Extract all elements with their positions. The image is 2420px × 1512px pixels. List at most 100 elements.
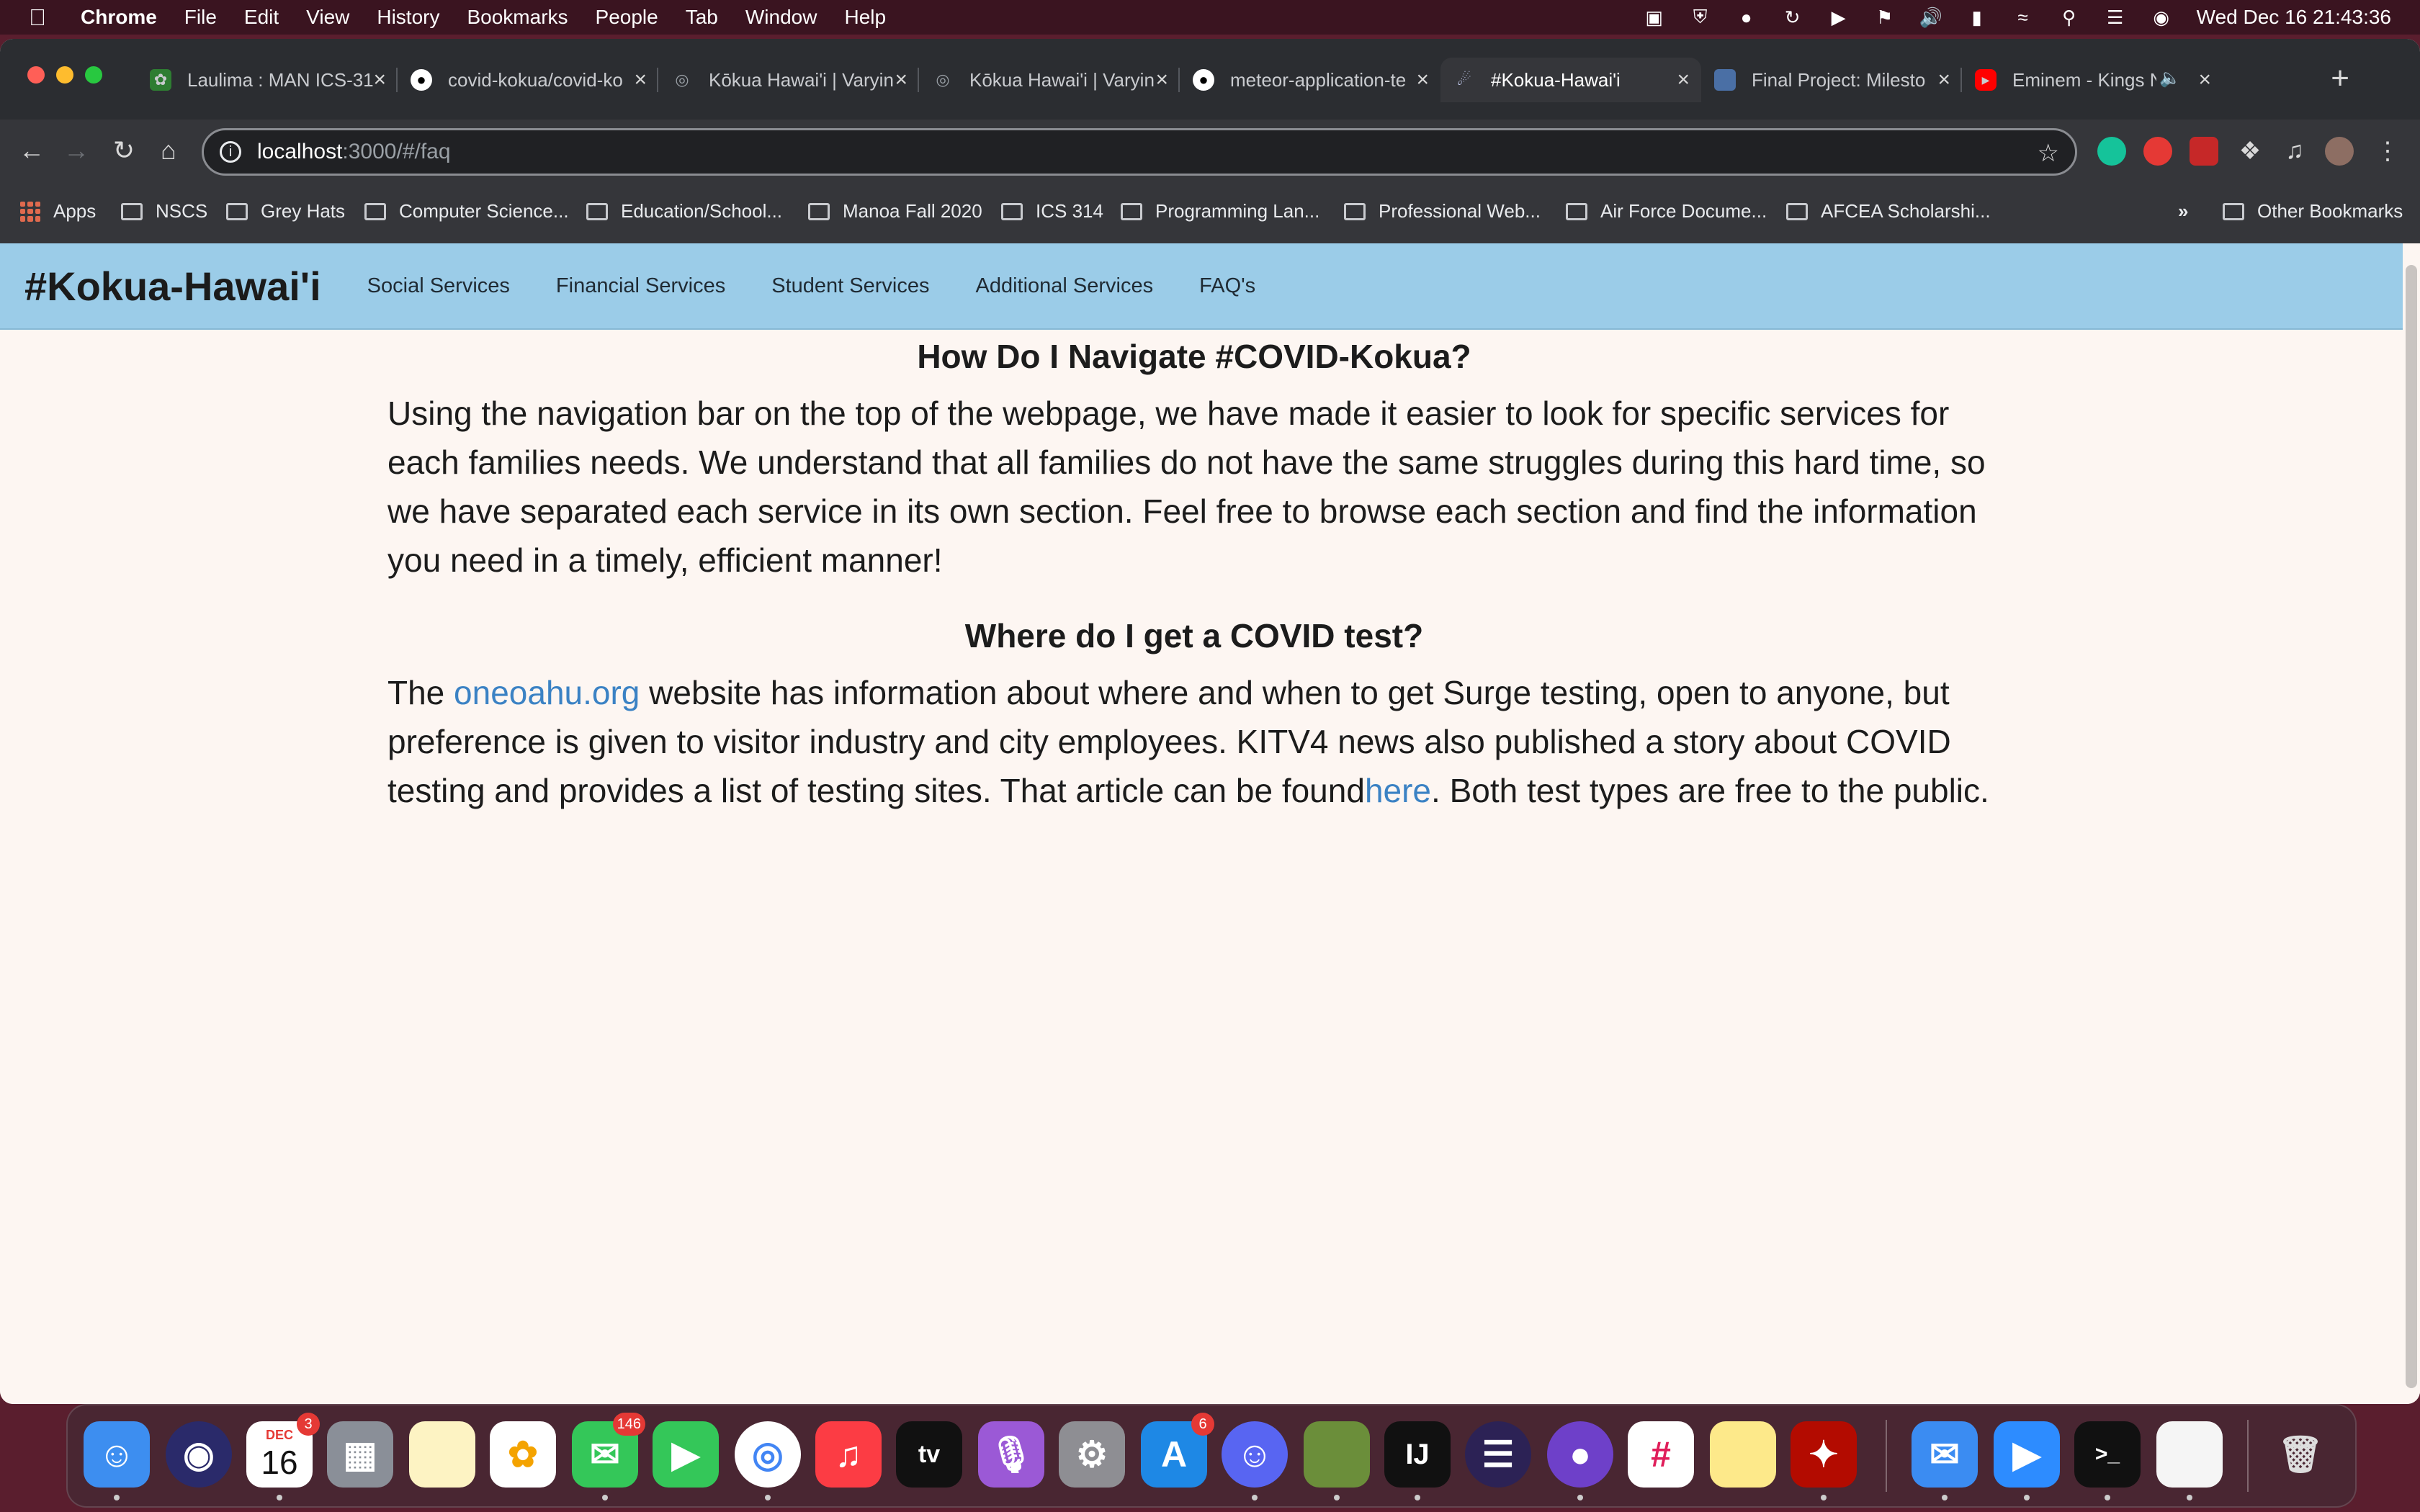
reload-icon[interactable]: ↻	[108, 135, 140, 166]
menu-edit[interactable]: Edit	[244, 6, 279, 29]
menu-file[interactable]: File	[184, 6, 217, 29]
bookmark-folder-nscs[interactable]: NSCS	[121, 200, 207, 222]
extensions-puzzle-icon[interactable]: ❖	[2236, 137, 2264, 166]
kitv4-article-link[interactable]: here	[1365, 772, 1431, 809]
slack-icon[interactable]: #	[1628, 1421, 1694, 1488]
menu-tab[interactable]: Tab	[686, 6, 718, 29]
github-desktop-icon[interactable]: ●	[1547, 1421, 1613, 1500]
bookmark-folder-education[interactable]: Education/School...	[586, 200, 782, 222]
bookmark-folder-ics314[interactable]: ICS 314	[1001, 200, 1103, 222]
menu-view[interactable]: View	[306, 6, 349, 29]
shield-icon[interactable]: ⛨	[1690, 6, 1711, 28]
forward-icon[interactable]: →	[60, 135, 92, 166]
bookmark-folder-grey-hats[interactable]: Grey Hats	[226, 200, 345, 222]
launchpad-icon[interactable]: ▦	[327, 1421, 393, 1488]
close-window-button[interactable]	[27, 66, 45, 84]
chrome-menu-icon[interactable]: ⋮	[2375, 137, 2400, 166]
media-control-icon[interactable]: ♫	[2280, 137, 2309, 166]
battery-icon[interactable]: ▮	[1966, 6, 1988, 28]
siri-icon[interactable]: ◉	[2151, 6, 2172, 28]
system-preferences-icon[interactable]: ⚙	[1059, 1421, 1125, 1488]
close-tab-icon[interactable]: ×	[2198, 68, 2211, 92]
finder-icon[interactable]: ☺	[84, 1421, 150, 1500]
acrobat-icon[interactable]: ✦	[1791, 1421, 1857, 1500]
creative-cloud-icon[interactable]: ●	[1736, 6, 1757, 28]
profile-avatar[interactable]	[2325, 137, 2354, 166]
messages-icon[interactable]: ✉ 146	[572, 1413, 645, 1500]
volume-icon[interactable]: 🔊	[1919, 6, 1942, 28]
home-icon[interactable]: ⌂	[153, 135, 184, 166]
menu-history[interactable]: History	[377, 6, 439, 29]
tab-kokua-hawaii-1[interactable]: ◎ Kōkua Hawai'i | Varyin ×	[658, 58, 919, 102]
bookmark-folder-manoa[interactable]: Manoa Fall 2020	[808, 200, 982, 222]
calendar-icon[interactable]: DEC 16 3	[246, 1413, 320, 1500]
bookmark-folder-professional-web[interactable]: Professional Web...	[1344, 200, 1541, 222]
music-icon[interactable]: ♫	[815, 1421, 882, 1488]
adblock-extension-icon[interactable]	[2143, 137, 2172, 166]
siri-icon[interactable]: ◉	[166, 1421, 232, 1488]
tab-kokua-hawaii-2[interactable]: ◎ Kōkua Hawai'i | Varyin ×	[919, 58, 1180, 102]
scrollbar-thumb[interactable]	[2406, 265, 2417, 1388]
nav-additional-services[interactable]: Additional Services	[975, 274, 1153, 298]
audio-playing-icon[interactable]: 🔈	[2159, 68, 2181, 89]
bookmarks-overflow-button[interactable]: »	[2178, 200, 2188, 222]
wifi-icon[interactable]: ≈	[2012, 6, 2034, 28]
close-tab-icon[interactable]: ×	[373, 68, 386, 92]
extension-icon[interactable]	[2190, 137, 2218, 166]
discord-icon[interactable]: ☺	[1222, 1421, 1288, 1500]
site-brand[interactable]: #Kokua-Hawai'i	[24, 263, 321, 310]
minecraft-icon[interactable]	[1304, 1421, 1370, 1500]
tab-youtube[interactable]: ▶ Eminem - Kings N 🔈 ×	[1962, 58, 2223, 102]
menu-bookmarks[interactable]: Bookmarks	[467, 6, 568, 29]
back-icon[interactable]: ←	[16, 135, 48, 166]
nav-faqs[interactable]: FAQ's	[1199, 274, 1255, 298]
close-tab-icon[interactable]: ×	[634, 68, 647, 92]
new-tab-icon[interactable]: +	[2331, 60, 2349, 96]
page-scrollbar[interactable]	[2403, 243, 2420, 1404]
apple-menu-icon[interactable]: 	[29, 4, 50, 31]
close-tab-icon[interactable]: ×	[895, 68, 908, 92]
apple-tv-icon[interactable]: tv	[896, 1421, 962, 1488]
chrome-icon[interactable]: ◎	[735, 1421, 801, 1500]
bookmark-folder-computer-science[interactable]: Computer Science...	[364, 200, 569, 222]
trash-icon[interactable]: 🗑	[2267, 1421, 2334, 1488]
stickies-icon[interactable]	[1710, 1421, 1776, 1488]
close-tab-icon[interactable]: ×	[1677, 68, 1690, 92]
menu-help[interactable]: Help	[844, 6, 886, 29]
grammarly-extension-icon[interactable]	[2097, 137, 2126, 166]
zoom-window-button[interactable]	[85, 66, 102, 84]
minimize-window-button[interactable]	[56, 66, 73, 84]
sync-icon[interactable]: ↻	[1782, 6, 1803, 28]
notes-icon[interactable]	[409, 1421, 475, 1488]
bookmark-folder-other[interactable]: Other Bookmarks	[2223, 200, 2403, 222]
zoom-status-icon[interactable]: ▣	[1644, 6, 1665, 28]
tab-kokua-hawaii-active[interactable]: ☄ #Kokua-Hawai'i ×	[1440, 58, 1701, 102]
control-center-icon[interactable]: ☰	[2105, 6, 2126, 28]
oneoahu-link[interactable]: oneoahu.org	[454, 674, 640, 711]
photos-icon[interactable]: ✿	[490, 1421, 556, 1488]
us-flag-icon[interactable]: ⚑	[1874, 6, 1896, 28]
bookmark-folder-air-force[interactable]: Air Force Docume...	[1566, 200, 1767, 222]
bookmark-folder-afcea[interactable]: AFCEA Scholarshi...	[1786, 200, 1991, 222]
tab-github-covid-kokua[interactable]: ● covid-kokua/covid-ko ×	[398, 58, 658, 102]
tab-laulima[interactable]: ✿ Laulima : MAN ICS-31 ×	[137, 58, 398, 102]
intellij-icon[interactable]: IJ	[1384, 1421, 1451, 1500]
spotlight-search-icon[interactable]: ⚲	[2058, 6, 2080, 28]
document-icon[interactable]	[2156, 1421, 2223, 1500]
tab-github-meteor[interactable]: ● meteor-application-te ×	[1180, 58, 1440, 102]
close-tab-icon[interactable]: ×	[1155, 68, 1168, 92]
close-tab-icon[interactable]: ×	[1937, 68, 1950, 92]
nav-student-services[interactable]: Student Services	[771, 274, 929, 298]
play-icon[interactable]: ▶	[1828, 6, 1850, 28]
site-info-icon[interactable]: i	[220, 141, 241, 163]
bookmark-star-icon[interactable]: ☆	[2038, 139, 2059, 168]
app-store-icon[interactable]: A6	[1141, 1413, 1214, 1488]
nav-social-services[interactable]: Social Services	[367, 274, 510, 298]
menu-clock[interactable]: Wed Dec 16 21:43:36	[2197, 6, 2391, 29]
address-bar[interactable]: i localhost:3000/#/faq ☆	[202, 128, 2077, 176]
nav-financial-services[interactable]: Financial Services	[556, 274, 725, 298]
menu-window[interactable]: Window	[745, 6, 817, 29]
close-tab-icon[interactable]: ×	[1416, 68, 1429, 92]
terminal-icon[interactable]: >_	[2074, 1421, 2141, 1500]
facetime-icon[interactable]: ▶	[653, 1421, 719, 1488]
